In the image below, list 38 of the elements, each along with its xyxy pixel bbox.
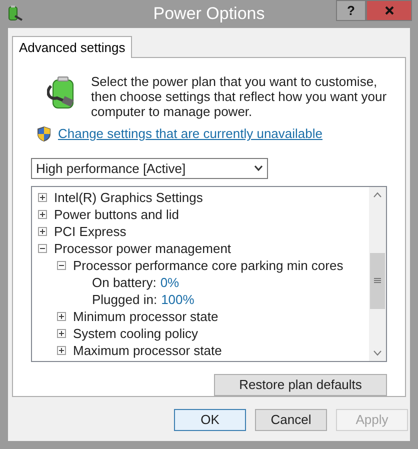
window-title: Power Options <box>153 3 265 26</box>
help-button[interactable]: ? <box>336 0 366 21</box>
scrollbar-thumb[interactable] <box>370 253 385 310</box>
dialog-button[interactable]: OK <box>174 409 246 431</box>
collapse-icon[interactable] <box>38 244 47 254</box>
expand-icon[interactable] <box>57 312 66 322</box>
tab[interactable]: Advanced settings <box>12 36 132 58</box>
expand-icon[interactable] <box>57 329 66 338</box>
tree-item[interactable]: Minimum processor state <box>73 307 218 327</box>
battery-plug-icon <box>6 5 24 23</box>
collapse-icon[interactable] <box>57 261 66 270</box>
close-button[interactable] <box>366 0 412 21</box>
tree-item[interactable]: PCI Express <box>54 222 126 242</box>
shield-icon <box>36 126 52 142</box>
dialog-button[interactable]: Cancel <box>255 409 327 431</box>
tree-item[interactable]: Intel(R) Graphics Settings <box>54 188 203 208</box>
expand-icon[interactable] <box>38 193 47 202</box>
setting-value[interactable]: 100% <box>161 290 194 310</box>
description-text: Select the power plan that you want to customise, then choose settings that reflect how you want your computer to manage power. <box>91 74 387 119</box>
tree-item[interactable]: Processor power management <box>54 239 232 259</box>
tree-item[interactable]: Maximum processor state <box>73 341 222 361</box>
grip-icon <box>374 278 381 284</box>
close-icon <box>384 6 394 15</box>
setting-value[interactable]: 0% <box>160 273 180 293</box>
scrollbar[interactable] <box>369 187 386 361</box>
setting-label: Plugged in: <box>92 291 158 310</box>
chevron-down-icon <box>254 165 263 172</box>
tree-item[interactable]: Processor performance core parking min cores <box>73 256 344 276</box>
tree-item[interactable]: Power buttons and lid <box>54 205 180 225</box>
change-settings-link[interactable]: Change settings that are currently unavailable <box>58 124 322 144</box>
expand-icon[interactable] <box>57 346 66 356</box>
tree-item[interactable]: System cooling policy <box>73 324 198 344</box>
restore-defaults-button[interactable]: Restore plan defaults <box>214 374 387 396</box>
plan-dropdown[interactable]: High performance [Active] <box>31 158 268 180</box>
expand-icon[interactable] <box>38 210 47 220</box>
dropdown-value: High performance [Active] <box>36 160 187 178</box>
expand-icon[interactable] <box>38 227 47 236</box>
setting-label: On battery: <box>92 274 156 292</box>
